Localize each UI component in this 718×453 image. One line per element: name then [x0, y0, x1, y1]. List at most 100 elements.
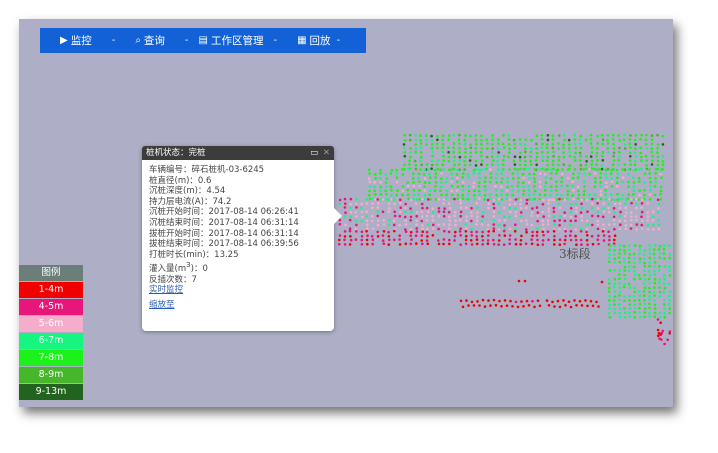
- pile-point[interactable]: [401, 185, 405, 188]
- pile-point[interactable]: [533, 180, 537, 184]
- pile-point[interactable]: [630, 218, 633, 222]
- pile-point[interactable]: [442, 198, 446, 201]
- pile-point[interactable]: [658, 316, 662, 319]
- pile-point[interactable]: [370, 214, 374, 218]
- pile-point[interactable]: [558, 197, 561, 201]
- pile-point[interactable]: [569, 238, 573, 242]
- pile-point[interactable]: [648, 302, 651, 306]
- pile-point[interactable]: [466, 173, 470, 176]
- pile-point[interactable]: [367, 177, 371, 180]
- pile-point[interactable]: [596, 227, 600, 231]
- pile-point[interactable]: [434, 176, 437, 179]
- pile-point[interactable]: [441, 134, 445, 138]
- pile-point[interactable]: [543, 189, 547, 192]
- pile-point[interactable]: [648, 315, 652, 318]
- pile-point[interactable]: [359, 206, 363, 210]
- pile-point[interactable]: [535, 234, 539, 237]
- pile-point[interactable]: [512, 159, 516, 163]
- pile-point[interactable]: [521, 181, 525, 184]
- pile-point[interactable]: [458, 158, 462, 162]
- pile-point[interactable]: [524, 163, 527, 167]
- pile-point[interactable]: [648, 311, 651, 315]
- pile-point[interactable]: [542, 198, 545, 202]
- pile-point[interactable]: [447, 168, 451, 172]
- pile-point[interactable]: [545, 299, 549, 302]
- pile-point[interactable]: [533, 168, 537, 171]
- pile-point[interactable]: [659, 185, 663, 189]
- pile-point[interactable]: [483, 185, 487, 188]
- pile-point[interactable]: [371, 242, 375, 246]
- pile-point[interactable]: [662, 252, 666, 255]
- pile-point[interactable]: [572, 188, 575, 192]
- pile-point[interactable]: [562, 155, 566, 159]
- pile-point[interactable]: [390, 193, 393, 197]
- pile-point[interactable]: [453, 214, 457, 218]
- pile-point[interactable]: [505, 193, 509, 197]
- pile-point[interactable]: [355, 206, 358, 209]
- pile-point[interactable]: [467, 198, 470, 201]
- pile-point[interactable]: [612, 218, 616, 222]
- pile-point[interactable]: [417, 172, 421, 176]
- pile-point[interactable]: [492, 227, 496, 230]
- pile-point[interactable]: [439, 189, 442, 192]
- pile-point[interactable]: [634, 138, 637, 142]
- pile-point[interactable]: [560, 176, 564, 180]
- pile-point[interactable]: [447, 210, 451, 214]
- pile-point[interactable]: [480, 134, 483, 138]
- pile-point[interactable]: [638, 244, 642, 248]
- pile-point[interactable]: [530, 214, 533, 218]
- pile-point[interactable]: [373, 189, 377, 193]
- pile-point[interactable]: [648, 172, 652, 175]
- pile-point[interactable]: [480, 142, 483, 146]
- pile-point[interactable]: [414, 143, 418, 146]
- pile-point[interactable]: [454, 223, 457, 227]
- pile-point[interactable]: [594, 180, 597, 184]
- pile-point[interactable]: [406, 193, 410, 197]
- pile-point[interactable]: [668, 244, 671, 247]
- pile-point[interactable]: [549, 177, 553, 180]
- pile-point[interactable]: [441, 163, 445, 166]
- pile-point[interactable]: [502, 243, 506, 246]
- pile-point[interactable]: [407, 197, 411, 201]
- pile-point[interactable]: [415, 219, 418, 223]
- pile-point[interactable]: [659, 192, 662, 196]
- pile-point[interactable]: [486, 142, 489, 145]
- pile-point[interactable]: [338, 202, 342, 206]
- pile-point[interactable]: [476, 215, 479, 218]
- pile-point[interactable]: [461, 184, 465, 188]
- pile-point[interactable]: [514, 223, 517, 226]
- pile-point[interactable]: [409, 242, 413, 246]
- pile-point[interactable]: [632, 269, 636, 273]
- pile-point[interactable]: [653, 311, 657, 315]
- pile-point[interactable]: [483, 305, 487, 308]
- pile-point[interactable]: [648, 252, 652, 255]
- pile-point[interactable]: [415, 227, 419, 230]
- pile-point[interactable]: [599, 189, 603, 193]
- pile-point[interactable]: [472, 168, 476, 172]
- pile-point[interactable]: [627, 168, 630, 171]
- pile-point[interactable]: [476, 300, 479, 303]
- pile-point[interactable]: [459, 214, 463, 218]
- pile-point[interactable]: [489, 176, 493, 179]
- pile-point[interactable]: [596, 238, 600, 241]
- pile-point[interactable]: [480, 223, 484, 226]
- pile-point[interactable]: [472, 181, 476, 185]
- pile-point[interactable]: [436, 138, 439, 142]
- pile-point[interactable]: [606, 134, 610, 137]
- pile-point[interactable]: [538, 180, 542, 184]
- pile-point[interactable]: [492, 298, 496, 302]
- pile-point[interactable]: [421, 215, 424, 218]
- pile-point[interactable]: [623, 168, 627, 171]
- pile-point[interactable]: [651, 219, 655, 222]
- pile-point[interactable]: [597, 242, 600, 246]
- pile-point[interactable]: [428, 189, 432, 192]
- pile-point[interactable]: [574, 151, 577, 155]
- pile-point[interactable]: [475, 223, 478, 226]
- pile-point[interactable]: [668, 299, 671, 302]
- pile-point[interactable]: [653, 278, 657, 281]
- pile-point[interactable]: [426, 198, 430, 201]
- pile-point[interactable]: [502, 146, 506, 149]
- pile-point[interactable]: [643, 193, 646, 197]
- pile-point[interactable]: [409, 155, 412, 159]
- pile-point[interactable]: [440, 177, 443, 180]
